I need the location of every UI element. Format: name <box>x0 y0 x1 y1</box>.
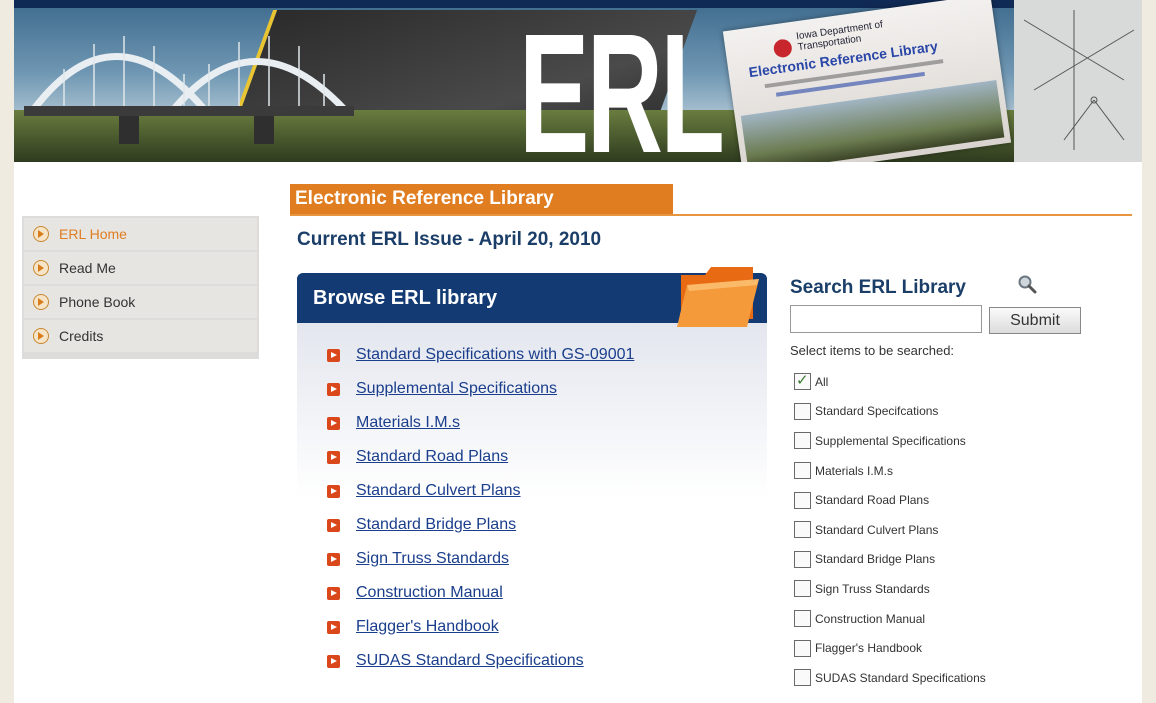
link-flaggers-handbook[interactable]: Flagger's Handbook <box>356 618 499 636</box>
folder-icon <box>677 267 759 327</box>
checkbox-standard-specifications[interactable] <box>794 402 811 420</box>
list-item: Standard Bridge Plans <box>327 508 634 542</box>
checkbox-flaggers-handbook[interactable] <box>794 639 811 657</box>
checkbox-label: Standard Road Plans <box>815 493 930 508</box>
checkbox-row: Standard Culvert Plans <box>794 515 986 545</box>
page: ERL Iowa Department of Transportation El… <box>14 0 1142 703</box>
iowa-dot-logo-icon <box>772 38 793 59</box>
search-icon <box>1018 275 1037 294</box>
sidebar-item-label: ERL Home <box>59 226 127 242</box>
list-item: Standard Specifications with GS-09001 <box>327 338 634 372</box>
checkbox-standard-culvert-plans[interactable] <box>794 521 811 539</box>
list-item: Standard Culvert Plans <box>327 474 634 508</box>
select-items-label: Select items to be searched: <box>790 343 955 358</box>
checkbox-row: Sign Truss Standards <box>794 574 986 604</box>
arrow-bullet-icon <box>327 586 340 600</box>
sidebar-nav: ERL Home Read Me Phone Book Credits <box>22 216 259 359</box>
current-issue-heading: Current ERL Issue - April 20, 2010 <box>297 229 602 250</box>
checkbox-row: Standard Road Plans <box>794 485 986 515</box>
arrow-bullet-icon <box>327 654 340 668</box>
erl-logo-text: ERL <box>519 24 723 162</box>
link-materials-ims[interactable]: Materials I.M.s <box>356 414 460 432</box>
browse-link-list: Standard Specifications with GS-09001 Su… <box>327 338 634 678</box>
list-item: SUDAS Standard Specifications <box>327 644 634 678</box>
checkbox-label: Standard Bridge Plans <box>815 552 936 567</box>
list-item: Flagger's Handbook <box>327 610 634 644</box>
search-input[interactable] <box>790 305 982 333</box>
checkbox-label: Construction Manual <box>815 611 926 626</box>
link-sign-truss-standards[interactable]: Sign Truss Standards <box>356 550 509 568</box>
link-standard-culvert-plans[interactable]: Standard Culvert Plans <box>356 482 521 500</box>
checkbox-row: Standard Specifcations <box>794 397 986 427</box>
list-item: Construction Manual <box>327 576 634 610</box>
arrow-bullet-icon <box>327 518 340 532</box>
sidebar-item-label: Read Me <box>59 260 116 276</box>
checkbox-sign-truss-standards[interactable] <box>794 580 811 598</box>
checkbox-row: Flagger's Handbook <box>794 633 986 663</box>
play-bullet-icon <box>33 294 49 310</box>
checkbox-row: Materials I.M.s <box>794 456 986 486</box>
checkbox-label: All <box>815 374 829 389</box>
checkbox-materials-ims[interactable] <box>794 462 811 480</box>
checkbox-label: Supplemental Specifications <box>815 433 966 448</box>
arrow-bullet-icon <box>327 416 340 430</box>
checkbox-row: SUDAS Standard Specifications <box>794 663 986 693</box>
sidebar-item-label: Phone Book <box>59 294 136 310</box>
list-item: Standard Road Plans <box>327 440 634 474</box>
header-banner: ERL Iowa Department of Transportation El… <box>14 0 1142 162</box>
arrow-bullet-icon <box>327 620 340 634</box>
arrow-bullet-icon <box>327 552 340 566</box>
checkbox-all[interactable] <box>794 371 811 391</box>
checkbox-sudas-standard-specifications[interactable] <box>794 669 811 687</box>
sidebar-item-credits[interactable]: Credits <box>24 320 257 352</box>
checkbox-standard-bridge-plans[interactable] <box>794 550 811 568</box>
checkbox-row: Construction Manual <box>794 604 986 634</box>
sidebar-item-phone-book[interactable]: Phone Book <box>24 286 257 318</box>
list-item: Supplemental Specifications <box>327 372 634 406</box>
link-sudas-standard-specifications[interactable]: SUDAS Standard Specifications <box>356 652 584 670</box>
checkbox-supplemental-specifications[interactable] <box>794 432 811 450</box>
bridge-illustration <box>24 36 354 144</box>
arrow-bullet-icon <box>327 450 340 464</box>
checkbox-label: Standard Specifcations <box>815 404 939 419</box>
list-item: Materials I.M.s <box>327 406 634 440</box>
arrow-bullet-icon <box>327 382 340 396</box>
link-supplemental-specifications[interactable]: Supplemental Specifications <box>356 380 557 398</box>
sidebar-item-read-me[interactable]: Read Me <box>24 252 257 284</box>
play-bullet-icon <box>33 226 49 242</box>
library-card-image: Iowa Department of Transportation Electr… <box>722 0 1012 162</box>
section-header: Electronic Reference Library <box>290 184 1132 216</box>
link-standard-bridge-plans[interactable]: Standard Bridge Plans <box>356 516 516 534</box>
play-bullet-icon <box>33 260 49 276</box>
search-options: All Standard Specifcations Supplemental … <box>794 367 986 693</box>
sidebar-item-label: Credits <box>59 328 104 344</box>
checkbox-construction-manual[interactable] <box>794 610 811 628</box>
submit-button[interactable]: Submit <box>989 307 1081 334</box>
checkbox-label: Sign Truss Standards <box>815 581 930 596</box>
checkbox-label: SUDAS Standard Specifications <box>815 670 986 685</box>
link-standard-specifications[interactable]: Standard Specifications with GS-09001 <box>356 346 634 364</box>
link-construction-manual[interactable]: Construction Manual <box>356 584 503 602</box>
checkbox-standard-road-plans[interactable] <box>794 491 811 509</box>
checkbox-label: Flagger's Handbook <box>815 641 923 656</box>
engineering-plans-image <box>1014 0 1142 162</box>
search-title: Search ERL Library <box>790 277 967 298</box>
arrow-bullet-icon <box>327 484 340 498</box>
checkbox-label: Standard Culvert Plans <box>815 522 939 537</box>
browse-panel: Browse ERL library Standard Specificatio… <box>297 267 767 693</box>
checkbox-row: Standard Bridge Plans <box>794 545 986 575</box>
play-bullet-icon <box>33 328 49 344</box>
section-title: Electronic Reference Library <box>290 184 673 214</box>
checkbox-row: Supplemental Specifications <box>794 426 986 456</box>
list-item: Sign Truss Standards <box>327 542 634 576</box>
checkbox-label: Materials I.M.s <box>815 463 894 478</box>
checkbox-row: All <box>794 367 986 397</box>
arrow-bullet-icon <box>327 348 340 362</box>
sidebar-item-erl-home[interactable]: ERL Home <box>24 218 257 250</box>
link-standard-road-plans[interactable]: Standard Road Plans <box>356 448 508 466</box>
browse-title: Browse ERL library <box>313 287 498 309</box>
